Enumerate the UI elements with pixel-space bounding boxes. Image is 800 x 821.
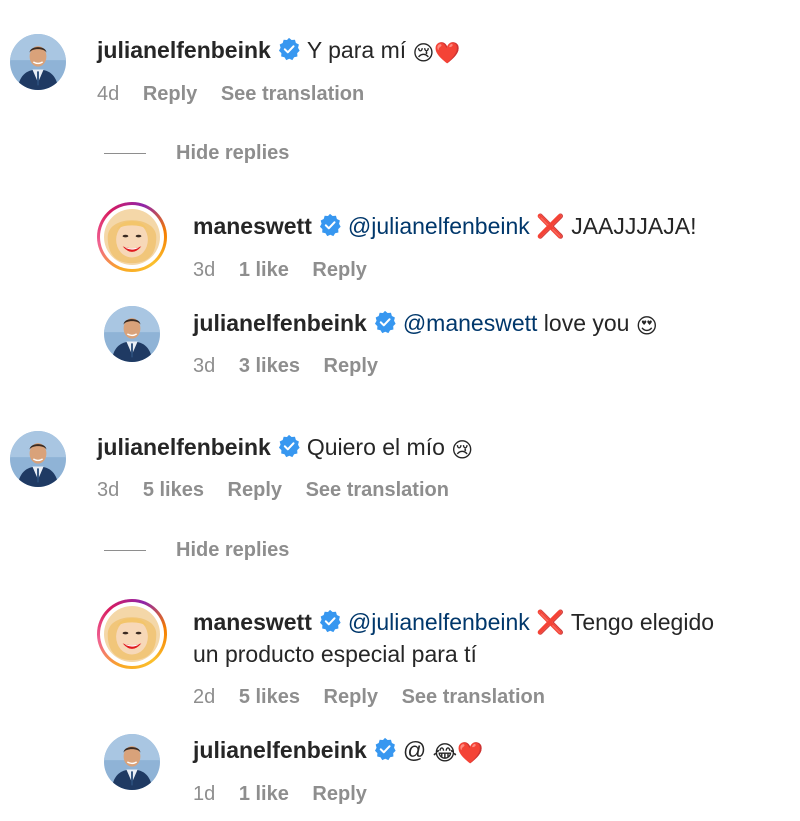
maneswett-avatar-icon	[104, 606, 160, 662]
username[interactable]: julianelfenbeink	[193, 737, 367, 763]
julian-avatar-icon	[104, 306, 160, 362]
verified-icon	[277, 37, 301, 61]
reply-button[interactable]: Reply	[324, 355, 378, 377]
cross-mark-icon: ❌	[536, 609, 565, 635]
avatar[interactable]	[10, 34, 66, 90]
see-translation-button[interactable]: See translation	[221, 83, 364, 105]
reply-text: maneswett @julianelfenbeink ❌ JAAJJJAJA!	[193, 210, 696, 242]
comment-meta: 3d 5 likes Reply See translation	[97, 477, 467, 503]
avatar[interactable]	[10, 431, 66, 487]
reply-button[interactable]: Reply	[312, 259, 366, 281]
reply-body: @	[402, 737, 427, 763]
reply-text: julianelfenbeink @maneswett love you 😍	[193, 307, 658, 343]
see-translation-button[interactable]: See translation	[306, 479, 449, 501]
comment-body: Quiero el mío	[306, 434, 445, 460]
reply-meta: 2d 5 likes Reply See translation	[193, 684, 563, 710]
reply-button[interactable]: Reply	[312, 783, 366, 805]
reply-button[interactable]: Reply	[228, 479, 282, 501]
see-translation-button[interactable]: See translation	[402, 686, 545, 708]
mention-link[interactable]: @maneswett	[403, 310, 538, 336]
emoji: 😢	[451, 439, 474, 462]
timestamp: 3d	[193, 259, 216, 281]
username[interactable]: julianelfenbeink	[97, 434, 271, 460]
reply-meta: 1d 1 like Reply	[193, 781, 385, 807]
emoji: ❤️	[434, 42, 461, 65]
timestamp: 2d	[193, 686, 216, 708]
likes-count[interactable]: 5 likes	[143, 479, 204, 501]
verified-icon	[277, 434, 301, 458]
reply-text: maneswett @julianelfenbeink ❌ Tengo elegi…	[193, 606, 783, 670]
username[interactable]: maneswett	[193, 609, 312, 635]
avatar[interactable]	[104, 734, 160, 790]
reply-meta: 3d 3 likes Reply	[193, 353, 396, 379]
reply-meta: 3d 1 like Reply	[193, 257, 385, 283]
likes-count[interactable]: 1 like	[239, 259, 289, 281]
likes-count[interactable]: 5 likes	[239, 686, 300, 708]
timestamp: 3d	[193, 355, 216, 377]
verified-icon	[318, 213, 342, 237]
mention-link[interactable]: @julianelfenbeink	[348, 213, 530, 239]
julian-avatar-icon	[10, 431, 66, 487]
reply-button[interactable]: Reply	[324, 686, 378, 708]
divider	[104, 550, 146, 551]
emoji: 😢	[412, 42, 435, 65]
verified-icon	[373, 310, 397, 334]
comment-body: Y para mí	[306, 37, 407, 63]
maneswett-avatar-icon	[104, 209, 160, 265]
verified-icon	[373, 737, 397, 761]
username[interactable]: maneswett	[193, 213, 312, 239]
avatar[interactable]	[97, 202, 167, 272]
comment-text: julianelfenbeink Y para mí 😢❤️	[97, 34, 461, 70]
julian-avatar-icon	[104, 734, 160, 790]
hide-replies-button[interactable]: Hide replies	[104, 142, 289, 165]
divider	[104, 153, 146, 154]
julian-avatar-icon	[10, 34, 66, 90]
hide-replies-label: Hide replies	[176, 539, 290, 561]
username[interactable]: julianelfenbeink	[193, 310, 367, 336]
reply-body: love you	[543, 310, 630, 336]
avatar[interactable]	[97, 599, 167, 669]
reply-body: JAAJJJAJA!	[571, 213, 697, 239]
verified-icon	[318, 609, 342, 633]
avatar[interactable]	[104, 306, 160, 362]
emoji: 😂	[432, 742, 458, 765]
reply-body-line2: un producto especial para tí	[193, 641, 477, 667]
timestamp: 3d	[97, 479, 120, 501]
username[interactable]: julianelfenbeink	[97, 37, 271, 63]
likes-count[interactable]: 1 like	[239, 783, 289, 805]
timestamp: 4d	[97, 83, 120, 105]
reply-button[interactable]: Reply	[143, 83, 197, 105]
comment-meta: 4d Reply See translation	[97, 81, 382, 107]
hide-replies-button[interactable]: Hide replies	[104, 539, 289, 562]
mention-link[interactable]: @julianelfenbeink	[348, 609, 530, 635]
comment-text: julianelfenbeink Quiero el mío 😢	[97, 431, 473, 467]
hide-replies-label: Hide replies	[176, 142, 290, 164]
reply-body-line1: Tengo elegido	[570, 609, 715, 635]
likes-count[interactable]: 3 likes	[239, 355, 300, 377]
emoji: ❤️	[457, 742, 484, 765]
reply-text: julianelfenbeink @ 😂❤️	[193, 734, 483, 770]
emoji: 😍	[635, 315, 658, 338]
timestamp: 1d	[193, 783, 216, 805]
cross-mark-icon: ❌	[536, 213, 565, 239]
